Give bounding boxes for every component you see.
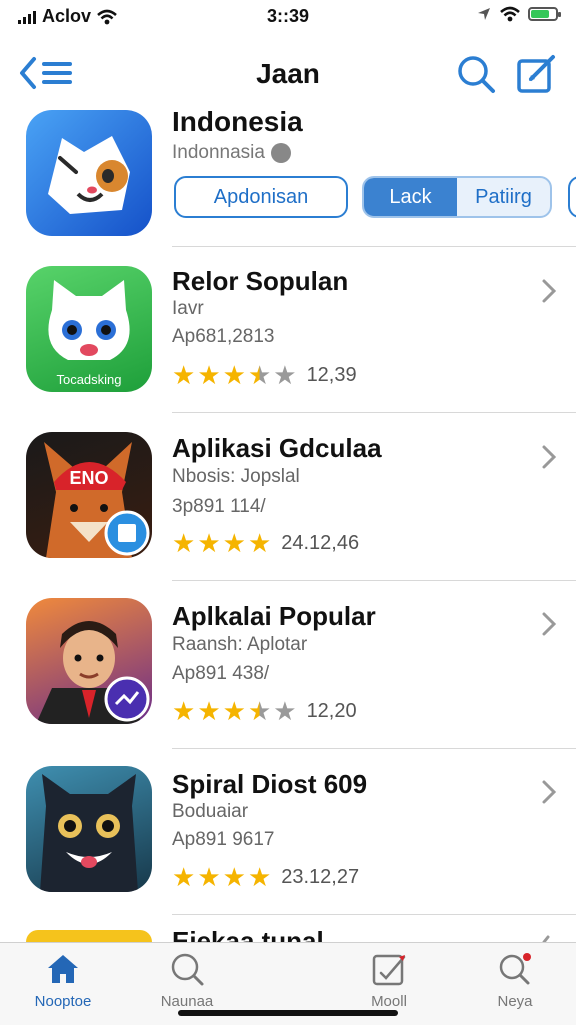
star-full-icon: ★ [172,862,196,892]
navigation-bar: Jaan [0,44,576,102]
tab-label: Mooll [371,993,407,1010]
app-title[interactable]: Aplikasi Gdculaa [172,433,382,464]
app-rating: ★ ★ ★ ★ ★ 12,39 [172,362,357,388]
app-subtitle: Nbosis: Jopslal [172,466,300,487]
home-icon [48,955,78,983]
app-rating: ★ ★ ★ ★ 23.12,27 [172,864,359,890]
chevron-right-icon[interactable] [538,609,560,639]
star-full-icon: ★ [222,862,246,892]
star-empty-icon: ★ [273,696,297,726]
tab-label: Naunaa [160,993,214,1010]
app-meta: Ap681,2813 [172,326,275,347]
tab-label: Neya [497,993,533,1010]
tab-neya[interactable]: Neya [460,943,570,1025]
rating-value: 12,20 [306,699,357,722]
segment-lack[interactable]: Lack [364,178,457,216]
rating-value: 24.12,46 [281,531,360,554]
chart-badge-icon [104,676,150,722]
divider [172,580,576,581]
segment-patiirg[interactable]: Patiirg [457,178,550,216]
white-cat-icon: Tocadsking [48,280,130,387]
app-meta: 3p891 114/ [172,496,266,517]
location-icon [478,8,490,20]
star-full-icon: ★ [197,360,221,390]
featured-subtitle: Indonnasia [172,142,265,163]
featured-subtitle-row: Indonnasia [172,142,291,164]
app-icon-2-label: ENO [69,468,108,488]
app-icon-3[interactable] [26,598,152,724]
divider [172,914,576,915]
tab-label: Nooptoe [34,993,92,1010]
app-title[interactable]: Relor Sopulan [172,266,348,297]
star-half-icon: ★ [247,696,272,726]
app-icon-1-label: Tocadsking [56,372,121,387]
star-full-icon: ★ [222,528,246,558]
app-title[interactable]: Aplkalai Popular [172,601,376,632]
app-meta: Ap891 438/ [172,663,270,684]
tab-home[interactable]: Nooptoe [8,943,118,1025]
app-icon-1[interactable]: Tocadsking [26,266,152,392]
star-full-icon: ★ [222,696,246,726]
updates-icon [372,954,406,986]
cat-face-icon [48,136,130,214]
app-subtitle: Boduaiar [172,801,249,822]
star-half-icon: ★ [247,360,272,390]
star-full-icon: ★ [172,360,196,390]
black-cat-icon [40,774,138,892]
search-badge-icon [499,953,531,985]
app-meta: Ap891 9617 [172,829,275,850]
divider [172,246,576,247]
app-title[interactable]: Spiral Diost 609 [172,769,367,800]
featured-title: Indonesia [172,106,303,137]
chevron-right-icon[interactable] [538,276,560,306]
star-full-icon: ★ [172,696,196,726]
star-full-icon: ★ [197,528,221,558]
partial-app-title-text: Eiekaa tunal [172,926,324,942]
star-full-icon: ★ [247,528,272,558]
app-icon-5[interactable] [26,930,152,942]
star-full-icon: ★ [197,862,221,892]
app-subtitle: Raansh: Aplotar [172,634,308,655]
rating-value: 12,39 [306,363,357,386]
chevron-right-icon[interactable] [538,932,560,942]
app-rating: ★ ★ ★ ★ ★ 12,20 [172,698,357,724]
app-icon-2[interactable]: ENO [26,432,152,558]
status-bar: Aclov 3::39 [0,0,576,34]
status-icons [476,6,561,22]
home-indicator [178,1010,398,1016]
badge-icon [104,510,150,556]
star-full-icon: ★ [222,360,246,390]
search-icon[interactable] [454,52,498,96]
featured-segmented-control: Lack Patiirg [362,176,552,218]
globe-icon [270,143,291,163]
divider [172,748,576,749]
battery-icon [528,7,561,21]
partial-app-title[interactable]: Eiekaa tunal [172,926,324,942]
divider [172,412,576,413]
chevron-right-icon[interactable] [538,777,560,807]
star-full-icon: ★ [197,696,221,726]
featured-action-button[interactable]: Apdonisan [174,176,348,218]
search-icon [171,953,204,986]
featured-app-icon[interactable] [26,110,152,236]
star-full-icon: ★ [172,528,196,558]
star-full-icon: ★ [247,862,272,892]
featured-action-label: Apdonisan [213,185,309,208]
wifi-icon-right [500,6,520,22]
overflow-pill[interactable] [568,176,576,218]
rating-value: 23.12,27 [281,865,360,888]
compose-icon[interactable] [514,52,558,96]
chevron-right-icon[interactable] [538,442,560,472]
app-icon-4[interactable] [26,766,152,892]
app-subtitle: Iavr [172,298,204,319]
app-rating: ★ ★ ★ ★ 24.12,46 [172,530,359,556]
star-empty-icon: ★ [273,360,297,390]
